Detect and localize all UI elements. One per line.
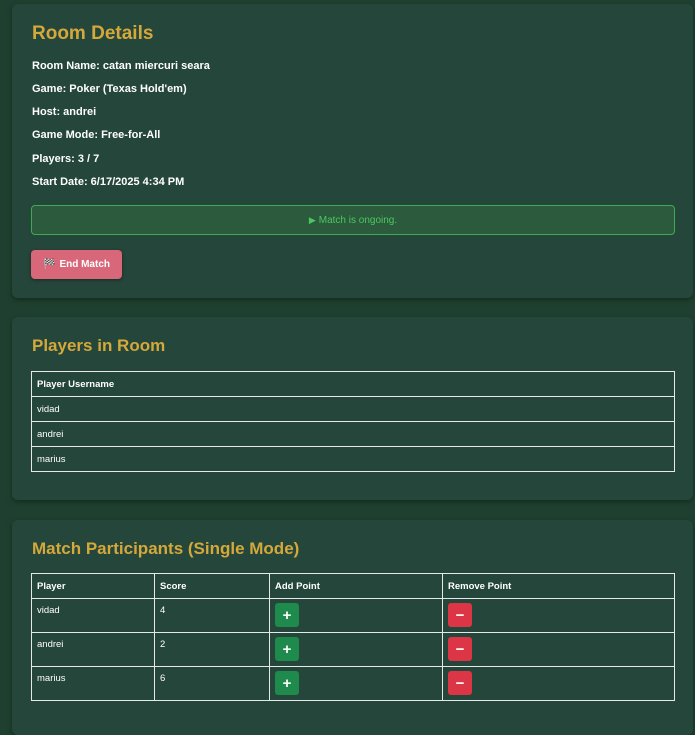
game-name: Game: Poker (Texas Hold'em) bbox=[32, 83, 187, 95]
participant-name: marius bbox=[31, 666, 155, 701]
end-match-label: End Match bbox=[59, 259, 110, 270]
participant-score: 6 bbox=[154, 666, 270, 701]
add-point-button[interactable]: + bbox=[275, 671, 299, 695]
room-details-title: Room Details bbox=[32, 23, 154, 44]
score-header: Score bbox=[154, 573, 270, 599]
participant-score: 4 bbox=[154, 598, 270, 633]
player-username: marius bbox=[31, 446, 675, 472]
match-participants-card: Match Participants (Single Mode) Player … bbox=[12, 520, 693, 735]
table-row: vidad 4 + − bbox=[31, 598, 675, 633]
end-match-button[interactable]: 🏁 End Match bbox=[31, 250, 122, 279]
match-status-banner: ▶ Match is ongoing. bbox=[31, 205, 675, 235]
add-point-button[interactable]: + bbox=[275, 603, 299, 627]
room-name: Room Name: catan miercuri seara bbox=[32, 60, 210, 72]
play-icon: ▶ bbox=[308, 214, 316, 225]
add-point-header: Add Point bbox=[269, 573, 443, 599]
players-table: Player Username vidad andrei marius bbox=[31, 371, 675, 472]
participants-table: Player Score Add Point Remove Point vida… bbox=[31, 573, 675, 701]
table-header-row: Player Score Add Point Remove Point bbox=[31, 573, 675, 599]
players-in-room-card: Players in Room Player Username vidad an… bbox=[12, 317, 693, 500]
remove-point-button[interactable]: − bbox=[448, 603, 472, 627]
table-row: marius 6 + − bbox=[31, 666, 675, 701]
participant-score: 2 bbox=[154, 632, 270, 667]
player-username: vidad bbox=[31, 396, 675, 422]
room-details-card: Room Details Room Name: catan miercuri s… bbox=[12, 4, 693, 298]
table-row: vidad bbox=[31, 396, 675, 422]
match-status-text: Match is ongoing. bbox=[318, 214, 398, 226]
table-row: andrei bbox=[31, 421, 675, 447]
players-count: Players: 3 / 7 bbox=[32, 153, 100, 165]
remove-point-button[interactable]: − bbox=[448, 671, 472, 695]
players-in-room-title: Players in Room bbox=[32, 336, 166, 355]
flag-icon: 🏁 bbox=[42, 259, 56, 270]
add-point-button[interactable]: + bbox=[275, 637, 299, 661]
start-date: Start Date: 6/17/2025 4:34 PM bbox=[32, 176, 185, 188]
game-mode: Game Mode: Free-for-All bbox=[32, 129, 161, 141]
host-name: Host: andrei bbox=[32, 106, 97, 118]
player-username-header: Player Username bbox=[31, 371, 675, 397]
table-row: marius bbox=[31, 446, 675, 472]
remove-point-header: Remove Point bbox=[442, 573, 675, 599]
match-participants-title: Match Participants (Single Mode) bbox=[32, 539, 300, 558]
participant-name: andrei bbox=[31, 632, 155, 667]
table-header-row: Player Username bbox=[31, 371, 675, 397]
player-username: andrei bbox=[31, 421, 675, 447]
participant-name: vidad bbox=[31, 598, 155, 633]
table-row: andrei 2 + − bbox=[31, 632, 675, 667]
player-header: Player bbox=[31, 573, 155, 599]
remove-point-button[interactable]: − bbox=[448, 637, 472, 661]
